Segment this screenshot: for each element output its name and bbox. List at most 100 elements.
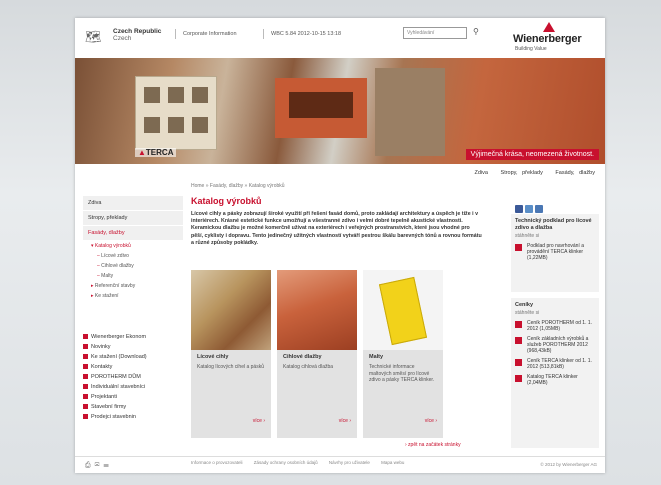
country-name: Czech Republic [113,28,162,35]
card-body: Lícové cihly Katalog lícových cihel a pá… [191,350,271,438]
product-cards: Lícové cihly Katalog lícových cihel a pá… [191,270,491,442]
quick-link[interactable]: Stavební firmy [83,402,183,412]
main-content: Katalog výrobků Lícové cihly a pásky zob… [191,196,491,247]
print-icon[interactable]: ⎙ [85,462,95,469]
quick-links: Wienerberger Ekonom Novinky Ke stažení (… [83,332,183,422]
search-icon[interactable]: ⚲ [473,27,479,36]
top-navigation: Zdiva Stropy, překlady Fasády, dlažby [467,170,595,176]
box-title: Ceníky [515,302,534,308]
footer-link[interactable]: Zásady ochrany osobních údajů [254,460,318,465]
topnav-item[interactable]: Fasády, dlažby [555,170,595,176]
pdf-icon [515,359,522,366]
sidebar-nav: Zdiva Stropy, překlady Fasády, dlažby ▾ … [83,196,183,301]
breadcrumb[interactable]: Home » Fasády, dlažby » Katalog výrobků [191,183,285,189]
footer-link[interactable]: Návrhy pro uživatele [329,460,370,465]
download-link[interactable]: Ceník POROTHERM od 1. 1. 2012 (1,05MB) [511,318,599,334]
topnav-item[interactable]: Zdiva [475,170,488,176]
sidebar-subitem[interactable]: ▸ Referenční stavby [83,281,183,291]
logo-roof-icon [543,22,555,32]
quick-link[interactable]: Projektanti [83,392,183,402]
divider [263,29,264,39]
quick-link[interactable]: Kontakty [83,362,183,372]
sidebar-item-fasady[interactable]: Fasády, dlažby [83,226,183,241]
logo-tagline: Building Value [515,46,547,52]
pdf-icon [515,244,522,251]
brick-image [135,76,217,150]
card-body: Cihlové dlažby Katalog cihlová dlažba ví… [277,350,357,438]
terca-logo: ▲TERCA [135,148,177,157]
divider [175,29,176,39]
footer-links: Informace o provozovateli Zásady ochrany… [191,460,414,465]
brick-image [375,68,445,156]
intro-text: Lícové cihly a pásky zobrazují široké vy… [191,211,482,246]
sidebar-subitem[interactable]: – Lícové zdivo [83,251,183,261]
download-link[interactable]: Podklad pro navrhování a provádění TERCA… [511,241,599,263]
card-more-link[interactable]: více › [425,418,437,424]
card-image [363,270,443,350]
download-link[interactable]: Katalog TERCA klinker (2,04MB) [511,372,599,388]
card-licove-cihly[interactable]: Lícové cihly Katalog lícových cihel a pá… [191,270,271,438]
pdf-icon [515,375,522,382]
card-image [191,270,271,350]
web-version-info: WBC 5.84 2012-10-15 13:18 [271,31,342,37]
topnav-item[interactable]: Stropy, překlady [501,170,543,176]
download-link[interactable]: Ceník základních výrobků a služeb POROTH… [511,334,599,356]
footer-link[interactable]: Mapa webu [381,460,404,465]
quick-link[interactable]: POROTHERM DŮM [83,372,183,382]
card-more-link[interactable]: více › [339,418,351,424]
sidebar-item-stropy[interactable]: Stropy, překlady [83,211,183,226]
sidebar-item-zdiva[interactable]: Zdiva [83,196,183,211]
card-cihlove-dlazby[interactable]: Cihlové dlažby Katalog cihlová dlažba ví… [277,270,357,438]
card-description: Katalog cihlová dlažba [283,364,334,370]
price-lists-box: Ceníky stáhněte si Ceník POROTHERM od 1.… [511,298,599,448]
pdf-icon [515,321,522,328]
brick-image [275,78,367,138]
country-language: Czech [113,35,132,42]
terca-triangle-icon: ▲ [138,148,146,157]
sidebar-subitem[interactable]: – Cihlové dlažby [83,261,183,271]
world-map-icon[interactable]: 🗺 [85,30,105,44]
download-link[interactable]: Ceník TERCA klinker od 1. 1. 2012 (513,8… [511,356,599,372]
card-description: Technické informace maltových směsí pro … [369,364,435,383]
card-body: Malty Technické informace maltových směs… [363,350,443,438]
browser-page: 🗺 Czech Republic Czech Corporate Informa… [75,18,605,473]
country-selector[interactable]: Czech Republic Czech [113,28,161,42]
sitemap-icon[interactable]: ☰ [103,462,112,469]
hero-banner: ▲TERCA Výjimečná krása, neomezená životn… [75,58,605,164]
terca-brand: TERCA [145,148,174,157]
facebook-icon[interactable] [515,205,523,213]
footer-icons: ⎙✉☰ [85,462,113,470]
card-title: Malty [369,354,384,360]
page-title: Katalog výrobků [191,196,262,206]
card-image [277,270,357,350]
card-malty[interactable]: Malty Technické informace maltových směs… [363,270,443,438]
footer: ⎙✉☰ Informace o provozovateli Zásady och… [75,456,605,473]
mortar-bag-icon [378,276,428,346]
linkedin-icon[interactable] [535,205,543,213]
logo-name: Wienerberger [513,33,582,45]
card-title: Lícové cihly [197,354,229,360]
corporate-link[interactable]: Corporate Information [183,31,237,37]
sidebar-subitem[interactable]: – Malty [83,271,183,281]
card-title: Cihlové dlažby [283,354,322,360]
box-subtitle: stáhněte si [515,233,540,239]
sidebar-subitem[interactable]: ▾ Katalog výrobků [83,241,183,251]
quick-link[interactable]: Ke stažení (Download) [83,352,183,362]
wienerberger-logo[interactable]: Wienerberger Building Value [513,22,601,56]
quick-link[interactable]: Wienerberger Ekonom [83,332,183,342]
twitter-icon[interactable] [525,205,533,213]
box-title: Technický podklad pro lícové zdivo a dla… [515,218,592,231]
top-bar: 🗺 Czech Republic Czech Corporate Informa… [75,18,605,58]
footer-link[interactable]: Informace o provozovateli [191,460,243,465]
search-input[interactable]: Vyhledávání [403,27,467,39]
quick-link[interactable]: Prodejci stavebnin [83,412,183,422]
card-description: Katalog lícových cihel a pásků [197,364,264,370]
pdf-icon [515,337,522,344]
sidebar-subitem[interactable]: ▸ Ke stažení [83,291,183,301]
technical-docs-box: Technický podklad pro lícové zdivo a dla… [511,214,599,292]
quick-link[interactable]: Novinky [83,342,183,352]
box-subtitle: stáhněte si [515,310,540,316]
card-more-link[interactable]: více › [253,418,265,424]
back-to-top-link[interactable]: › zpět na začátek stránky [405,442,461,448]
quick-link[interactable]: Individuální stavebníci [83,382,183,392]
